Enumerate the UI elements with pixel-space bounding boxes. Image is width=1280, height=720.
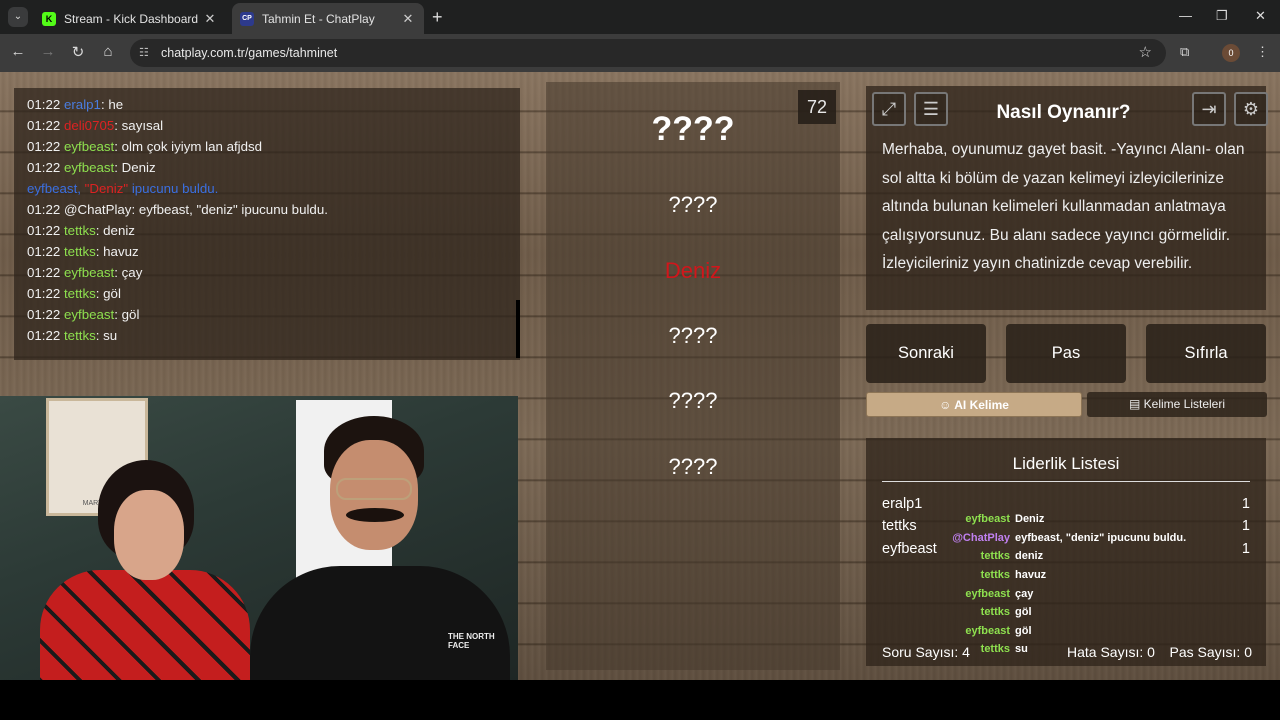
extensions-icon[interactable]: ⧉ (1180, 44, 1189, 60)
browser-menu-icon[interactable]: ⋮ (1256, 44, 1269, 60)
tab-ai-word[interactable]: ☺ AI Kelime (866, 392, 1082, 417)
browser-toolbar: ← → ↻ ⌂ ☷ chatplay.com.tr/games/tahminet… (0, 34, 1280, 72)
site-settings-icon[interactable]: ☷ (139, 39, 149, 67)
chat-line: 01:22 deli0705: sayısal (27, 118, 164, 133)
hint-word: ???? (668, 388, 718, 413)
chat-line: 01:22 eyfbeast: olm çok iyiym lan afjdsd (27, 139, 263, 154)
tab-title: Stream - Kick Dashboard (64, 11, 199, 26)
main-word: ???? (651, 110, 735, 148)
next-button[interactable]: Sonraki (866, 324, 986, 383)
how-to-play-text: Merhaba, oyunumuz gayet basit. -Yayıncı … (882, 141, 1245, 273)
streamer-left (40, 460, 250, 680)
overlay-line: eyfbeast çay (965, 588, 1034, 600)
url-text: chatplay.com.tr/games/tahminet (161, 46, 338, 60)
address-bar[interactable]: ☷ chatplay.com.tr/games/tahminet ☆ (130, 39, 1166, 67)
overlay-line: tettks su (980, 643, 1028, 655)
leaderboard-panel: Liderlik Listesi eralp1 1 tettks 1 eyfbeas… (866, 438, 1266, 666)
restore-icon[interactable]: ❐ (1216, 8, 1228, 24)
home-icon[interactable]: ⌂ (98, 43, 118, 60)
tab-search-button[interactable]: ⌄ (8, 7, 28, 27)
pass-count: Pas Sayısı: 0 (1169, 644, 1252, 660)
browser-tab-bar: ⌄ K Stream - Kick Dashboard ✕ CP Tahmin … (0, 0, 1280, 34)
close-tab-icon[interactable]: ✕ (202, 11, 218, 27)
bottom-bar (0, 680, 1280, 720)
reset-button[interactable]: Sıfırla (1146, 324, 1266, 383)
hint-word: ???? (668, 454, 718, 479)
chatplay-favicon-icon: CP (240, 11, 254, 26)
reload-icon[interactable]: ↻ (68, 43, 88, 61)
forward-arrow-icon[interactable]: → (38, 43, 58, 60)
overlay-line: @ChatPlay eyfbeast, "deniz" ipucunu buldu… (952, 532, 1187, 544)
chat-scrollbar[interactable] (516, 300, 520, 358)
pass-button[interactable]: Pas (1006, 324, 1126, 383)
chat-line: 01:22 tettks: deniz (27, 223, 135, 238)
chat-line: 01:22 eyfbeast: Deniz (27, 160, 156, 175)
clipboard-icon: ▤ (1128, 397, 1141, 411)
overlay-line: eyfbeast Deniz (965, 513, 1045, 525)
bookmark-star-icon[interactable]: ☆ (1139, 39, 1152, 67)
robot-icon: ☺ (939, 398, 952, 412)
window-close-icon[interactable]: ✕ (1255, 8, 1266, 24)
leaderboard-title: Liderlik Listesi (882, 454, 1250, 482)
chat-line: 01:22 tettks: havuz (27, 244, 139, 259)
game-page: 01:22 eralp1: he 01:22 deli0705: sayısal… (0, 72, 1280, 680)
shirt-logo: THE NORTH FACE (448, 632, 495, 650)
chat-line: 01:22 tettks: su (27, 328, 118, 343)
back-arrow-icon[interactable]: ← (8, 43, 28, 60)
word-panel: 72 ???? ???? Deniz ???? ???? ???? (546, 82, 840, 670)
chat-line: 01:22 tettks: göl (27, 286, 121, 301)
tab-kick-dashboard[interactable]: K Stream - Kick Dashboard ✕ (34, 3, 226, 34)
overlay-line: tettks deniz (980, 550, 1044, 562)
hint-word: ???? (668, 192, 718, 217)
webcam-feed: MARTINI THE NORTH FACE (0, 396, 518, 680)
tab-word-lists[interactable]: ▤ Kelime Listeleri (1087, 392, 1267, 417)
chat-line: 01:22 @ChatPlay: eyfbeast, "deniz" ipucu… (27, 202, 328, 217)
chat-line: 01:22 eyfbeast: göl (27, 307, 140, 322)
hint-word-found: Deniz (664, 258, 722, 283)
how-to-play-panel: ⤢ ☰ ⇥ ⚙ Nasıl Oynanır? Merhaba, oyunumuz… (866, 86, 1268, 310)
tab-title: Tahmin Et - ChatPlay (262, 11, 375, 26)
overlay-line: tettks havuz (980, 569, 1047, 581)
chat-line: 01:22 eyfbeast: çay (27, 265, 143, 280)
profile-avatar[interactable]: 0 (1222, 44, 1240, 62)
kick-favicon-icon: K (42, 11, 56, 26)
hint-word: ???? (668, 323, 718, 348)
stream-chat: 01:22 eralp1: he 01:22 deli0705: sayısal… (14, 88, 520, 360)
overlay-line: eyfbeast göl (965, 625, 1032, 637)
overlay-line: tettks göl (980, 606, 1032, 618)
chat-notice: eyfbeast, "Deniz" ipucunu buldu. (27, 181, 219, 196)
new-tab-button[interactable]: + (432, 7, 443, 27)
minimize-icon[interactable]: — (1179, 8, 1192, 23)
how-to-play-title: Nasıl Oynanır? (996, 102, 1131, 123)
tab-chatplay[interactable]: CP Tahmin Et - ChatPlay ✕ (232, 3, 424, 34)
error-count: Hata Sayısı: 0 (1067, 644, 1155, 660)
close-tab-icon[interactable]: ✕ (400, 11, 416, 27)
chat-line: 01:22 eralp1: he (27, 97, 124, 112)
